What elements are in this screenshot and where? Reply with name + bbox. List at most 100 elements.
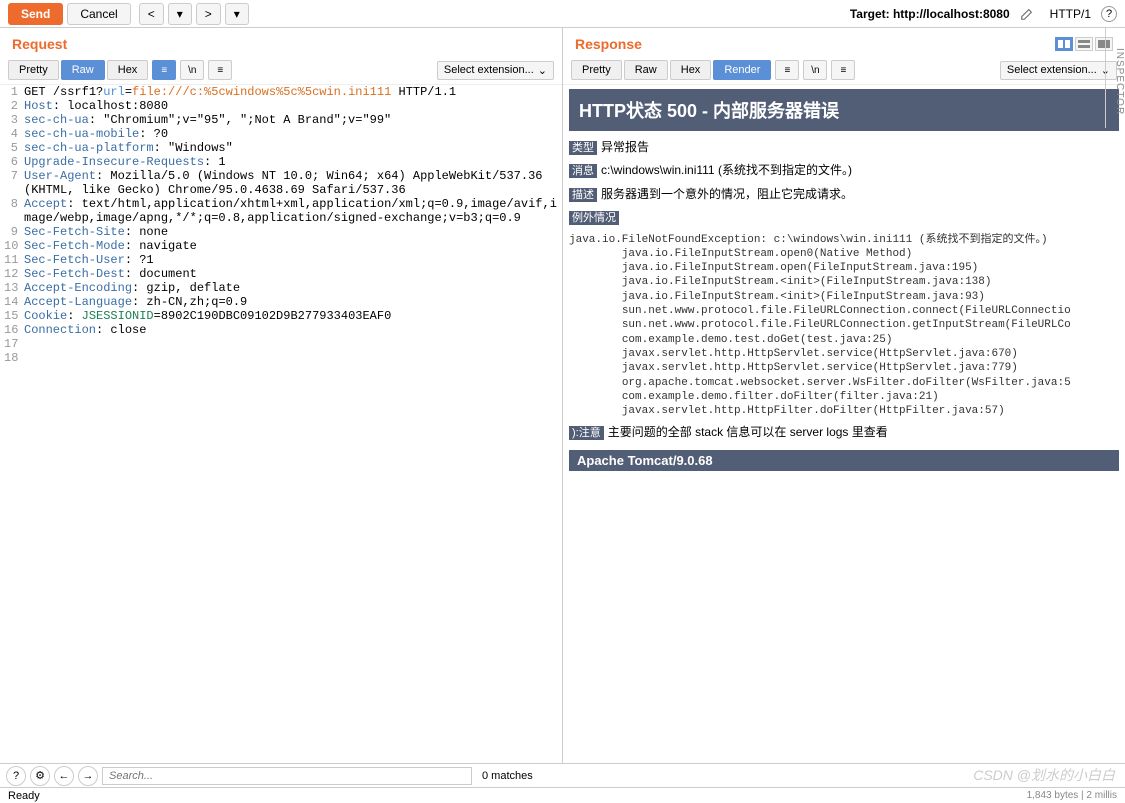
- response-ext-select[interactable]: Select extension... ⌄: [1000, 61, 1117, 80]
- editor-line[interactable]: 11Sec-Fetch-User: ?1: [4, 253, 558, 267]
- top-toolbar: Send Cancel < ▾ > ▾ Target: http://local…: [0, 0, 1125, 28]
- editor-line[interactable]: 15Cookie: JSESSIONID=8902C190DBC09102D9B…: [4, 309, 558, 323]
- line-content[interactable]: Accept: text/html,application/xhtml+xml,…: [24, 197, 558, 225]
- newline-button[interactable]: \n: [180, 60, 204, 80]
- line-number: 2: [4, 99, 24, 113]
- message-value: c:\windows\win.ini111 (系统找不到指定的文件。): [601, 163, 852, 177]
- editor-line[interactable]: 1GET /ssrf1?url=file:///c:%5cwindows%5c%…: [4, 85, 558, 99]
- editor-line[interactable]: 10Sec-Fetch-Mode: navigate: [4, 239, 558, 253]
- line-content[interactable]: Accept-Language: zh-CN,zh;q=0.9: [24, 295, 558, 309]
- help-icon[interactable]: ?: [1101, 6, 1117, 22]
- line-number: 11: [4, 253, 24, 267]
- response-panel: Response Pretty Raw Hex Render ≡ \n ≡ Se…: [563, 28, 1125, 763]
- line-content[interactable]: [24, 337, 558, 351]
- editor-line[interactable]: 5sec-ch-ua-platform: "Windows": [4, 141, 558, 155]
- line-number: 9: [4, 225, 24, 239]
- status-ready: Ready: [8, 790, 40, 802]
- request-editor[interactable]: 1GET /ssrf1?url=file:///c:%5cwindows%5c%…: [0, 85, 562, 763]
- line-content[interactable]: Host: localhost:8080: [24, 99, 558, 113]
- line-number: 10: [4, 239, 24, 253]
- line-content[interactable]: sec-ch-ua-mobile: ?0: [24, 127, 558, 141]
- prev-dropdown[interactable]: ▾: [168, 3, 192, 25]
- request-ext-select[interactable]: Select extension... ⌄: [437, 61, 554, 80]
- line-number: 15: [4, 309, 24, 323]
- request-title: Request: [12, 36, 67, 52]
- tab-pretty[interactable]: Pretty: [8, 60, 59, 80]
- line-content[interactable]: Connection: close: [24, 323, 558, 337]
- line-number: 18: [4, 351, 24, 365]
- cancel-button[interactable]: Cancel: [67, 3, 130, 25]
- edit-target-icon[interactable]: [1020, 7, 1034, 21]
- tab-hex[interactable]: Hex: [107, 60, 149, 80]
- resp-hamburger-button[interactable]: ≡: [831, 60, 855, 80]
- tab-raw[interactable]: Raw: [61, 60, 105, 80]
- line-content[interactable]: Sec-Fetch-Site: none: [24, 225, 558, 239]
- line-number: 4: [4, 127, 24, 141]
- request-ext-label: Select extension...: [444, 64, 534, 76]
- next-dropdown[interactable]: ▾: [225, 3, 249, 25]
- editor-line[interactable]: 8Accept: text/html,application/xhtml+xml…: [4, 197, 558, 225]
- editor-line[interactable]: 9Sec-Fetch-Site: none: [4, 225, 558, 239]
- editor-line[interactable]: 17: [4, 337, 558, 351]
- layout-columns-icon[interactable]: [1055, 37, 1073, 51]
- editor-line[interactable]: 3sec-ch-ua: "Chromium";v="95", ";Not A B…: [4, 113, 558, 127]
- prev-button[interactable]: <: [139, 3, 164, 25]
- line-content[interactable]: sec-ch-ua-platform: "Windows": [24, 141, 558, 155]
- desc-label: 描述: [569, 188, 597, 202]
- response-render[interactable]: HTTP状态 500 - 内部服务器错误 类型异常报告 消息c:\windows…: [563, 85, 1125, 763]
- line-number: 8: [4, 197, 24, 225]
- editor-line[interactable]: 7User-Agent: Mozilla/5.0 (Windows NT 10.…: [4, 169, 558, 197]
- editor-line[interactable]: 13Accept-Encoding: gzip, deflate: [4, 281, 558, 295]
- inspector-tab[interactable]: INSPECTOR: [1105, 28, 1125, 128]
- line-number: 1: [4, 85, 24, 99]
- http-version[interactable]: HTTP/1: [1044, 7, 1097, 21]
- search-input[interactable]: [102, 767, 472, 785]
- line-content[interactable]: Sec-Fetch-User: ?1: [24, 253, 558, 267]
- line-number: 12: [4, 267, 24, 281]
- line-number: 16: [4, 323, 24, 337]
- line-content[interactable]: [24, 351, 558, 365]
- main-split: Request Pretty Raw Hex ≡ \n ≡ Select ext…: [0, 28, 1125, 763]
- gear-icon[interactable]: ⚙: [30, 766, 50, 786]
- editor-line[interactable]: 12Sec-Fetch-Dest: document: [4, 267, 558, 281]
- line-number: 5: [4, 141, 24, 155]
- search-help-icon[interactable]: ?: [6, 766, 26, 786]
- line-content[interactable]: Accept-Encoding: gzip, deflate: [24, 281, 558, 295]
- line-content[interactable]: Cookie: JSESSIONID=8902C190DBC09102D9B27…: [24, 309, 558, 323]
- message-label: 消息: [569, 164, 597, 178]
- search-prev-icon[interactable]: ←: [54, 766, 74, 786]
- resp-wrap-button[interactable]: ≡: [775, 60, 799, 80]
- error-heading: HTTP状态 500 - 内部服务器错误: [569, 89, 1119, 131]
- line-content[interactable]: Upgrade-Insecure-Requests: 1: [24, 155, 558, 169]
- match-count: 0 matches: [482, 770, 533, 782]
- hamburger-button[interactable]: ≡: [208, 60, 232, 80]
- resp-newline-button[interactable]: \n: [803, 60, 827, 80]
- resp-tab-raw[interactable]: Raw: [624, 60, 668, 80]
- note-label: ):注意: [569, 426, 604, 440]
- wrap-button[interactable]: ≡: [152, 60, 176, 80]
- resp-tab-render[interactable]: Render: [713, 60, 771, 80]
- exception-label: 例外情况: [569, 211, 619, 225]
- editor-line[interactable]: 14Accept-Language: zh-CN,zh;q=0.9: [4, 295, 558, 309]
- editor-line[interactable]: 16Connection: close: [4, 323, 558, 337]
- note-value: 主要问题的全部 stack 信息可以在 server logs 里查看: [608, 425, 888, 439]
- editor-line[interactable]: 2Host: localhost:8080: [4, 99, 558, 113]
- line-content[interactable]: Sec-Fetch-Mode: navigate: [24, 239, 558, 253]
- line-content[interactable]: GET /ssrf1?url=file:///c:%5cwindows%5c%5…: [24, 85, 558, 99]
- line-content[interactable]: Sec-Fetch-Dest: document: [24, 267, 558, 281]
- status-bar: Ready 1,843 bytes | 2 millis: [0, 787, 1125, 803]
- line-content[interactable]: sec-ch-ua: "Chromium";v="95", ";Not A Br…: [24, 113, 558, 127]
- editor-line[interactable]: 4sec-ch-ua-mobile: ?0: [4, 127, 558, 141]
- type-label: 类型: [569, 141, 597, 155]
- next-button[interactable]: >: [196, 3, 221, 25]
- tomcat-footer: Apache Tomcat/9.0.68: [569, 450, 1119, 471]
- layout-rows-icon[interactable]: [1075, 37, 1093, 51]
- resp-tab-pretty[interactable]: Pretty: [571, 60, 622, 80]
- search-next-icon[interactable]: →: [78, 766, 98, 786]
- line-content[interactable]: User-Agent: Mozilla/5.0 (Windows NT 10.0…: [24, 169, 558, 197]
- editor-line[interactable]: 18: [4, 351, 558, 365]
- send-button[interactable]: Send: [8, 3, 63, 25]
- resp-tab-hex[interactable]: Hex: [670, 60, 712, 80]
- editor-line[interactable]: 6Upgrade-Insecure-Requests: 1: [4, 155, 558, 169]
- line-number: 13: [4, 281, 24, 295]
